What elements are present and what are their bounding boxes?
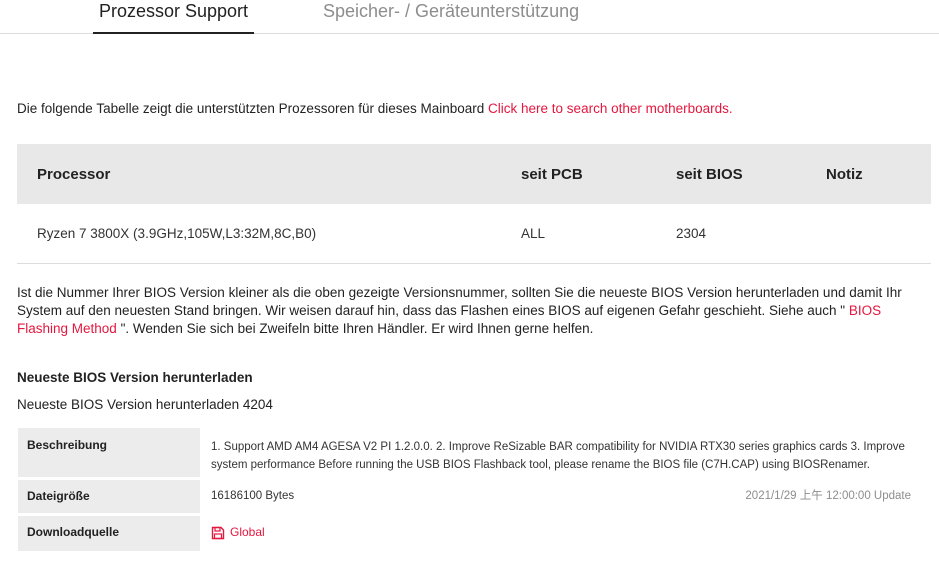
download-global-link[interactable]: Global — [211, 516, 265, 549]
intro-text: Die folgende Tabelle zeigt die unterstüt… — [17, 101, 733, 116]
floppy-disk-icon — [211, 526, 225, 539]
cell-bios: 2304 — [676, 226, 707, 241]
bios-details-table: Beschreibung 1. Support AMD AM4 AGESA V2… — [18, 428, 931, 554]
bios-update-notice: Ist die Nummer Ihrer BIOS Version kleine… — [17, 284, 929, 338]
download-source-cell: Global — [203, 516, 931, 551]
tab-memory-device-support[interactable]: Speicher- / Geräteunterstützung — [323, 0, 579, 34]
header-processor: Processor — [37, 166, 111, 183]
description-row: Beschreibung 1. Support AMD AM4 AGESA V2… — [18, 428, 931, 477]
description-value: 1. Support AMD AM4 AGESA V2 PI 1.2.0.0. … — [211, 441, 905, 471]
file-size-label: Dateigröße — [18, 480, 200, 513]
download-source-label: Downloadquelle — [18, 516, 200, 551]
header-pcb: seit PCB — [521, 166, 583, 183]
description-label: Beschreibung — [18, 428, 200, 477]
update-date: 2021/1/29 上午 12:00:00 Update — [745, 490, 911, 502]
file-size-cell: 16186100 Bytes 2021/1/29 上午 12:00:00 Upd… — [203, 480, 931, 513]
cell-pcb: ALL — [521, 226, 546, 241]
download-source-value: Global — [230, 525, 265, 539]
file-size-row: Dateigröße 16186100 Bytes 2021/1/29 上午 1… — [18, 480, 931, 513]
notice-text-before: Ist die Nummer Ihrer BIOS Version kleine… — [17, 285, 902, 318]
bios-version-subtitle: Neueste BIOS Version herunterladen 4204 — [17, 397, 273, 412]
file-size-value: 16186100 Bytes — [211, 490, 295, 502]
download-source-row: Downloadquelle Global — [18, 516, 931, 551]
tab-bar: Prozessor Support Speicher- / Geräteunte… — [0, 0, 939, 34]
search-motherboards-link[interactable]: Click here to search other motherboards. — [488, 101, 733, 116]
tab-processor-support[interactable]: Prozessor Support — [93, 0, 254, 34]
intro-label: Die folgende Tabelle zeigt die unterstüt… — [17, 101, 489, 116]
processor-table: Processor seit PCB seit BIOS Notiz Ryzen… — [17, 144, 931, 264]
table-header: Processor seit PCB seit BIOS Notiz — [17, 144, 931, 204]
bios-section-title: Neueste BIOS Version herunterladen — [17, 370, 253, 385]
cell-processor: Ryzen 7 3800X (3.9GHz,105W,L3:32M,8C,B0) — [37, 226, 317, 241]
table-row: Ryzen 7 3800X (3.9GHz,105W,L3:32M,8C,B0)… — [17, 204, 931, 264]
header-note: Notiz — [826, 166, 863, 183]
header-bios: seit BIOS — [676, 166, 743, 183]
notice-text-after: ". Wenden Sie sich bei Zweifeln bitte Ih… — [116, 321, 594, 336]
